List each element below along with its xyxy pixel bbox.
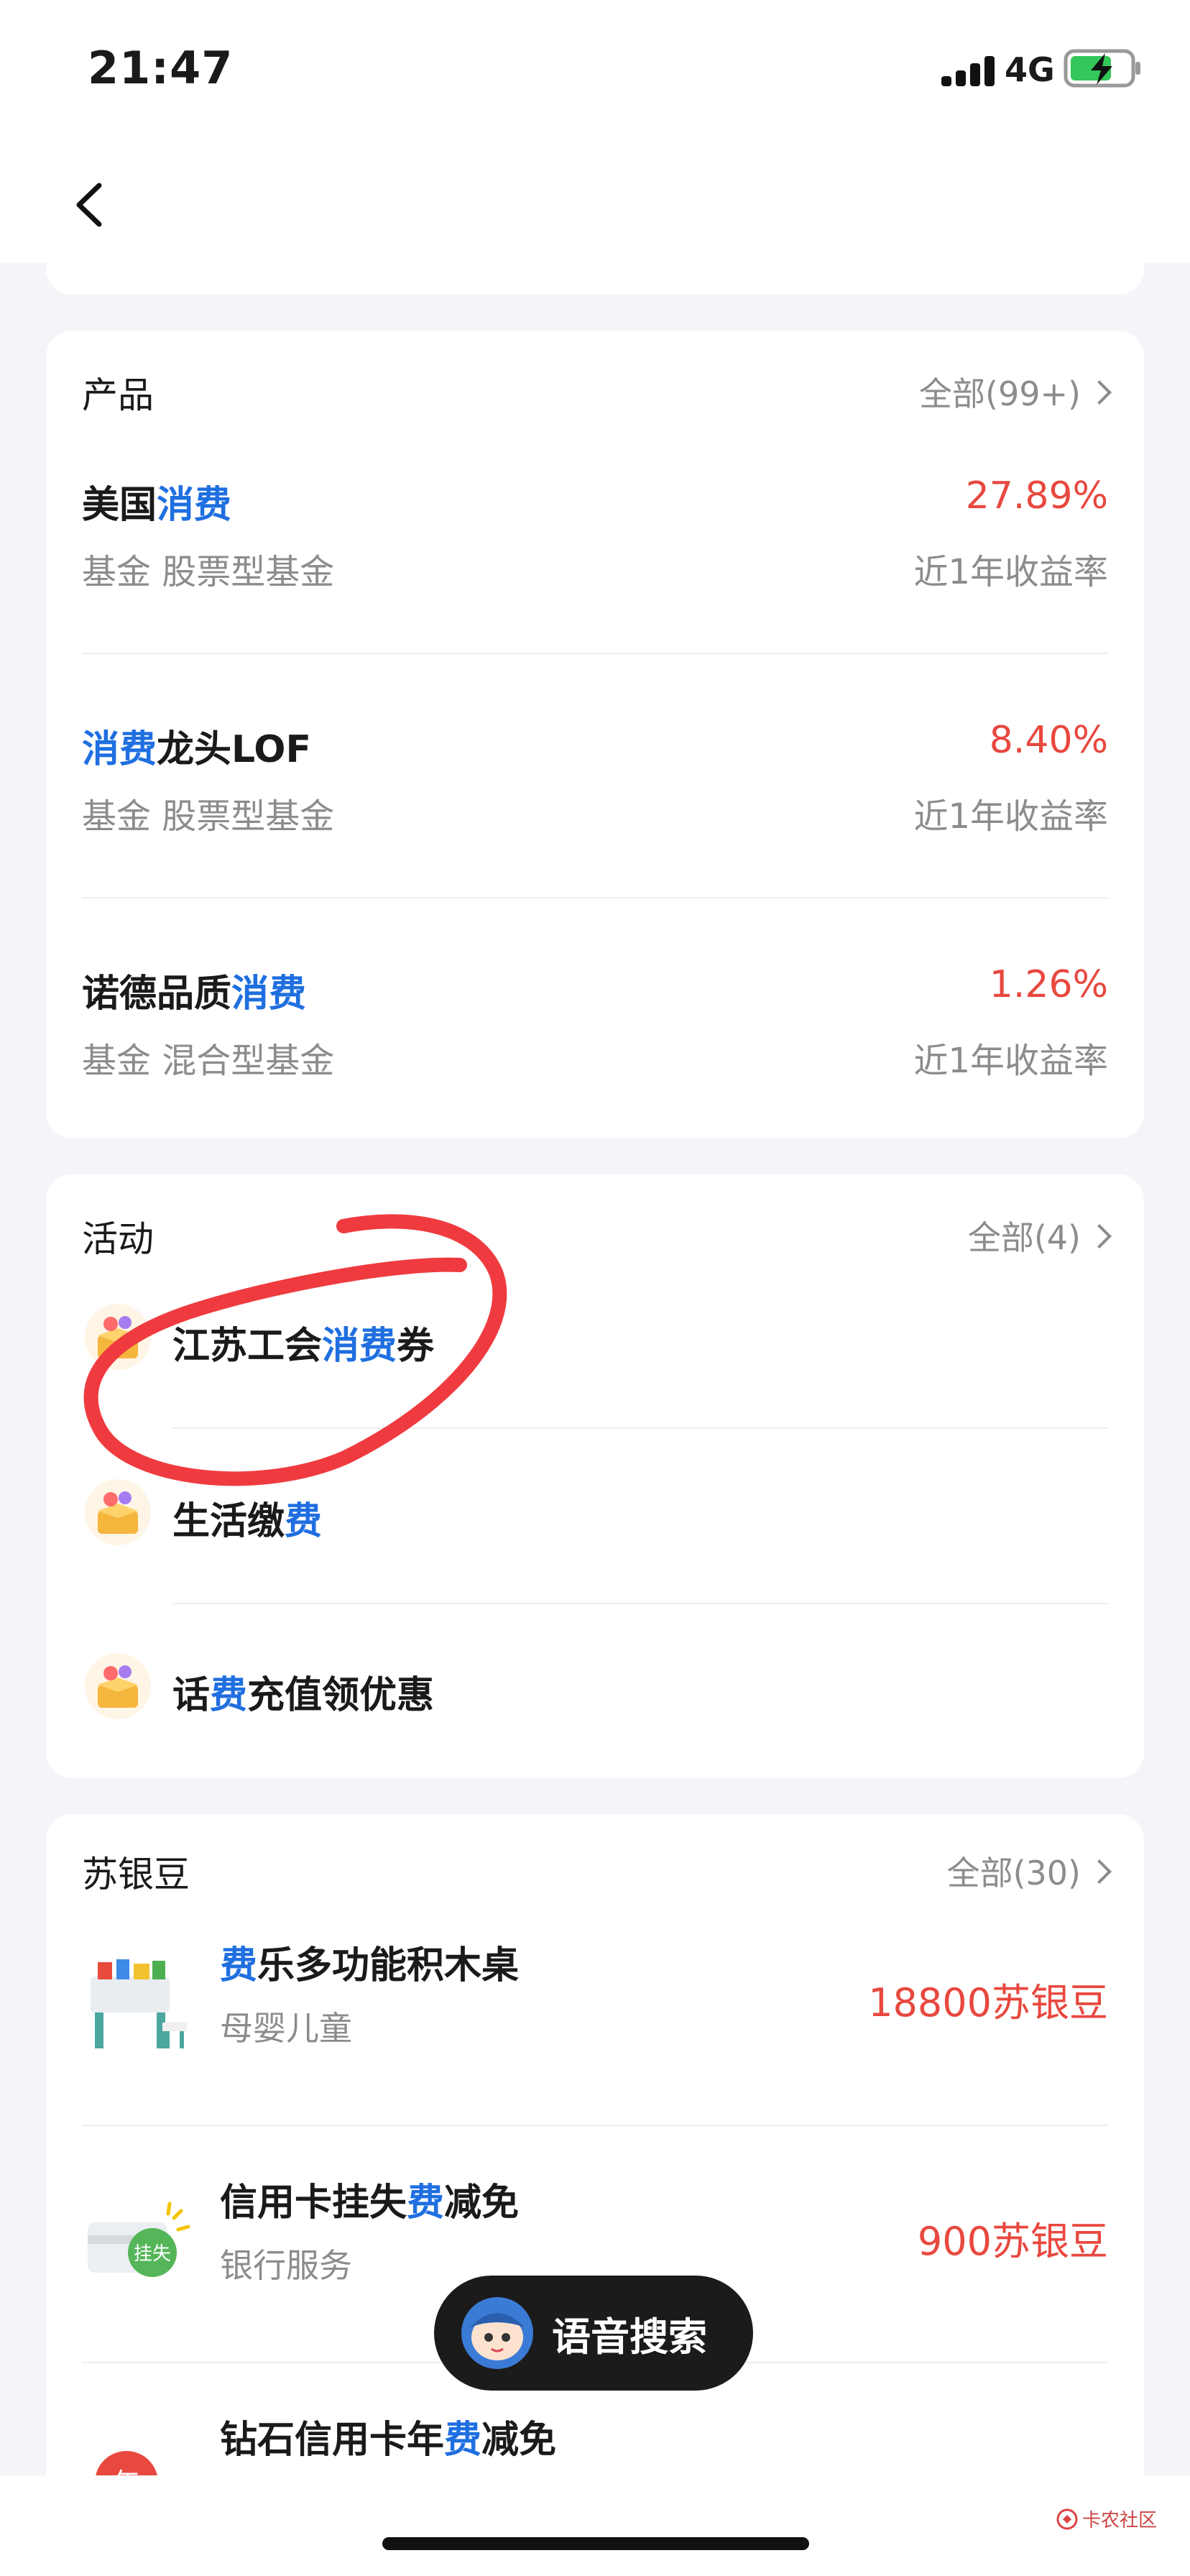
block-table-image [91,1959,187,2048]
bean-item-name: 费乐多功能积木桌 [220,1944,520,1987]
activities-title: 活动 [82,1218,154,1260]
chevron-right-icon [1087,1859,1112,1884]
divider [82,653,1108,654]
activity-name: 江苏工会消费券 [172,1325,435,1368]
card-lost-icon: 挂失 [88,2202,190,2277]
divider [172,1427,1108,1429]
products-view-all[interactable]: 全部(99+) [919,368,1112,415]
chevron-right-icon [1087,1224,1112,1248]
divider [172,1603,1108,1604]
activity-name: 话费充值领优惠 [172,1674,435,1717]
signal-icon [941,56,995,86]
product-return: 1.26% [989,963,1108,1006]
product-name: 美国消费 [82,484,232,527]
home-indicator[interactable] [382,2537,809,2550]
battery-charging-icon [1064,49,1140,88]
beans-card: 苏银豆 全部(30) 费乐多功能积木桌 母婴儿童 18800苏银豆 挂失 信用卡… [46,1814,1144,2562]
divider [82,2125,1108,2126]
beans-view-all[interactable]: 全部(30) [946,1847,1112,1895]
gift-box-icon [85,1304,151,1370]
previous-card-bottom [46,237,1144,295]
product-category: 基金 股票型基金 [82,552,335,592]
activities-view-all-label: 全部(4) [967,1218,1081,1257]
watermark: 卡农社区 [1056,2506,1157,2532]
product-category: 基金 股票型基金 [82,796,335,837]
product-return: 27.89% [965,474,1108,518]
bean-item-category: 母婴儿童 [220,2009,352,2048]
status-bar: 21:47 4G [0,0,1190,144]
product-category: 基金 混合型基金 [82,1041,335,1081]
voice-search-button[interactable]: 语音搜索 [434,2276,753,2391]
products-view-all-label: 全部(99+) [919,374,1081,413]
back-arrow-icon[interactable] [57,172,122,237]
chevron-right-icon [1087,380,1112,405]
activity-name: 生活缴费 [172,1500,323,1543]
product-return-label: 近1年收益率 [913,1041,1108,1081]
bean-item-name: 信用卡挂失费减免 [220,2181,520,2225]
watermark-text: 卡农社区 [1082,2510,1158,2531]
activities-view-all[interactable]: 全部(4) [967,1212,1112,1259]
bottom-safe-area [0,2475,1190,2576]
activities-card: 活动 全部(4) 江苏工会消费券 生活缴费 话费充值领优惠 [46,1174,1144,1778]
card-lost-icon-text: 挂失 [134,2243,171,2265]
bean-item-price: 18800苏银豆 [868,1980,1108,2025]
status-time: 21:47 [88,42,234,94]
divider [82,897,1108,898]
network-type: 4G [1005,50,1055,89]
bean-item-name: 钻石信用卡年费减免 [220,2419,557,2462]
gift-box-icon [85,1479,151,1545]
bean-item-price: 900苏银豆 [917,2219,1108,2264]
voice-search-label: 语音搜索 [552,2314,707,2360]
watermark-logo-icon [1056,2508,1078,2529]
product-name: 诺德品质消费 [82,972,307,1016]
gift-box-icon [85,1653,151,1719]
robot-avatar-icon [461,2297,533,2369]
product-name: 消费龙头LOF [82,728,312,771]
product-return: 8.40% [989,719,1108,762]
beans-view-all-label: 全部(30) [946,1854,1081,1892]
products-title: 产品 [82,374,154,416]
products-card: 产品 全部(99+) 美国消费 27.89% 基金 股票型基金 近1年收益率 消… [46,331,1144,1138]
product-return-label: 近1年收益率 [913,552,1108,592]
bean-item-category: 银行服务 [220,2246,352,2285]
beans-title: 苏银豆 [82,1854,190,1895]
product-return-label: 近1年收益率 [913,796,1108,837]
